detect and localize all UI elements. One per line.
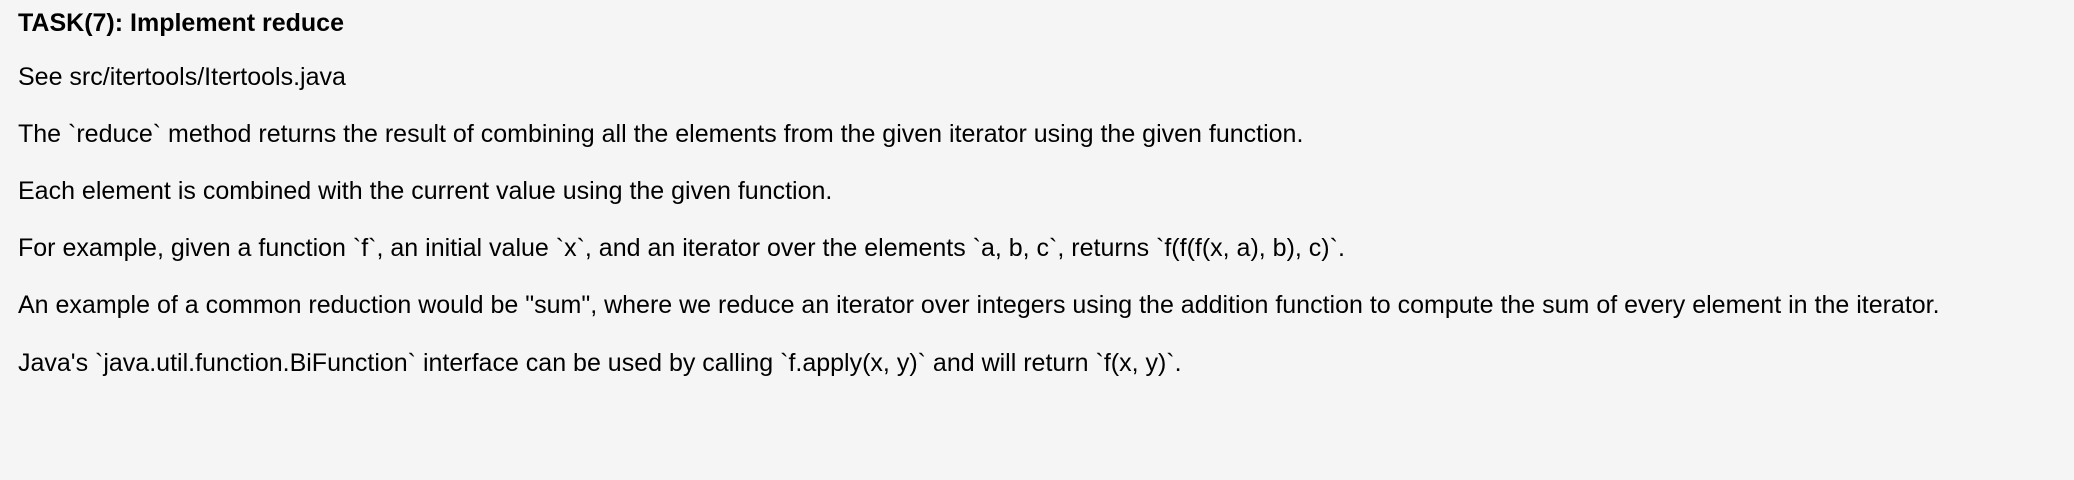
method-summary: The `reduce` method returns the result o… <box>18 120 1304 148</box>
source-file-reference: See src/itertools/Itertools.java <box>18 63 346 91</box>
combination-rule: Each element is combined with the curren… <box>18 177 833 205</box>
task-title: TASK(7): Implement reduce <box>18 9 344 37</box>
reduction-example: For example, given a function `f`, an in… <box>18 234 1345 262</box>
task-description: See src/itertools/Itertools.java The `re… <box>18 61 2008 380</box>
bifunction-note: Java's `java.util.function.BiFunction` i… <box>18 349 1182 377</box>
task-panel: TASK(7): Implement reduce See src/iterto… <box>0 0 2074 480</box>
sum-reduction-example: An example of a common reduction would b… <box>18 291 1940 319</box>
